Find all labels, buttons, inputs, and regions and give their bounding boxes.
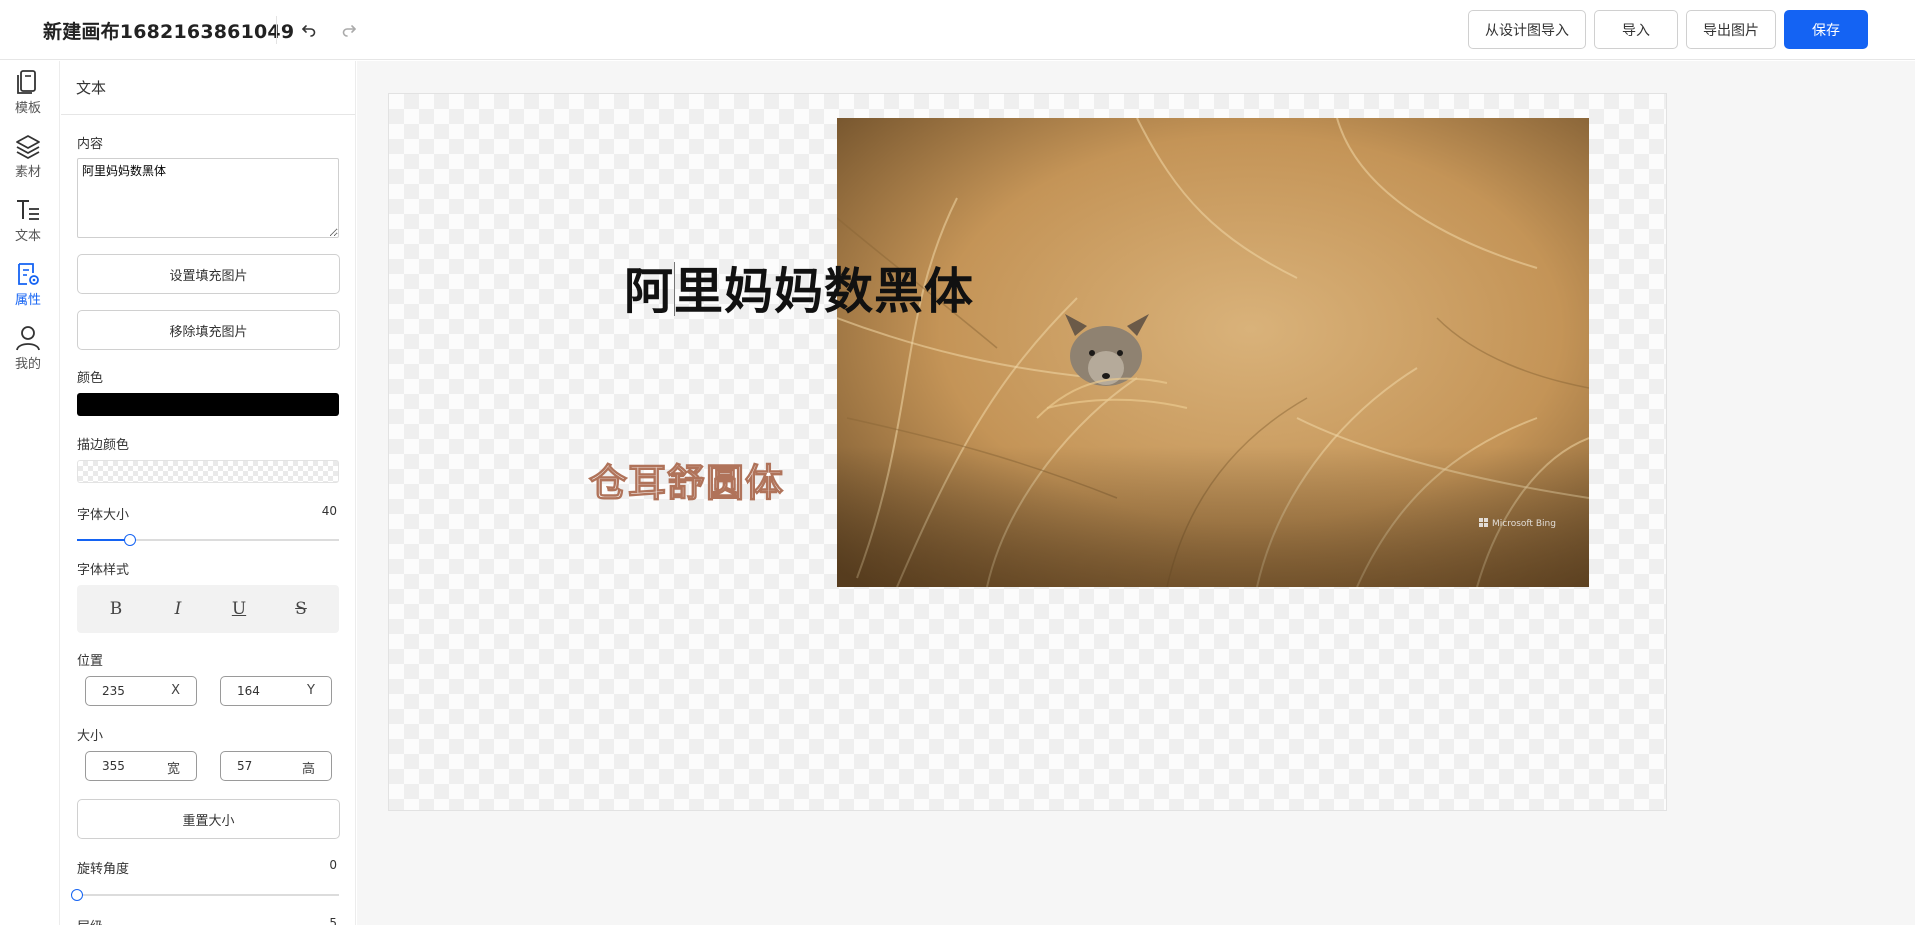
content-textarea[interactable]: 阿里妈妈数黑体	[77, 158, 339, 238]
properties-panel: 文本 内容 阿里妈妈数黑体 设置填充图片 移除填充图片 颜色 描边颜色 字体大小…	[61, 61, 356, 925]
slider-handle[interactable]	[124, 534, 136, 546]
save-button[interactable]: 保存	[1784, 10, 1868, 49]
position-y-field[interactable]: Y	[220, 676, 332, 706]
watermark-text: Microsoft Bing	[1492, 519, 1556, 529]
stroke-color-picker[interactable]	[77, 460, 339, 483]
undo-button[interactable]	[295, 16, 323, 44]
template-icon	[17, 70, 36, 94]
header-divider	[276, 16, 277, 44]
height-field[interactable]: 高	[220, 751, 332, 781]
set-fill-image-button[interactable]: 设置填充图片	[77, 254, 340, 294]
remove-fill-image-button[interactable]: 移除填充图片	[77, 310, 340, 350]
width-suffix: 宽	[166, 762, 180, 777]
fill-color-picker[interactable]	[77, 393, 339, 416]
nav-item-template[interactable]: 模板	[0, 69, 56, 125]
size-label: 大小	[77, 729, 104, 744]
font-size-slider[interactable]	[77, 533, 339, 547]
text-caret	[674, 262, 675, 316]
x-suffix: X	[171, 683, 180, 698]
import-from-design-button[interactable]: 从设计图导入	[1468, 10, 1586, 49]
export-image-button[interactable]: 导出图片	[1686, 10, 1776, 49]
top-bar: 新建画布1682163861049 从设计图导入 导入 导出图片 保存	[0, 0, 1915, 60]
panel-divider	[61, 114, 355, 115]
canvas-text-outline[interactable]: 仓耳舒圆体	[588, 452, 784, 507]
font-style-label: 字体样式	[77, 563, 130, 578]
properties-icon	[18, 263, 39, 285]
underline-button[interactable]: U	[208, 585, 270, 633]
rotation-value: 0	[329, 858, 337, 872]
layers-icon	[16, 135, 40, 159]
layer-value: 5	[329, 916, 337, 925]
bold-button[interactable]: B	[85, 585, 147, 633]
rotation-slider[interactable]	[71, 888, 339, 902]
font-size-label: 字体大小	[77, 508, 130, 523]
canvas-text-main[interactable]: 阿里妈妈数黑体	[624, 252, 974, 323]
position-y-input[interactable]	[222, 678, 294, 704]
strikethrough-button[interactable]: S	[270, 585, 332, 633]
nav-label: 文本	[14, 229, 41, 244]
italic-button[interactable]: I	[147, 585, 209, 633]
nav-label: 素材	[14, 165, 41, 180]
height-suffix: 高	[301, 762, 315, 777]
color-label: 颜色	[77, 371, 104, 386]
text-icon	[17, 200, 39, 220]
font-style-group: B I U S	[77, 585, 339, 633]
position-label: 位置	[77, 654, 104, 669]
height-input[interactable]	[222, 753, 294, 779]
redo-icon	[342, 25, 356, 37]
panel-title: 文本	[76, 79, 107, 97]
position-x-field[interactable]: X	[85, 676, 197, 706]
nav-label: 属性	[14, 293, 41, 308]
content-label: 内容	[77, 137, 104, 152]
canvas-image[interactable]: Microsoft Bing	[837, 118, 1589, 587]
fox-in-grass-photo: Microsoft Bing	[837, 118, 1589, 587]
undo-icon	[302, 25, 316, 37]
nav-item-properties[interactable]: 属性	[0, 261, 56, 317]
rotation-label: 旋转角度	[77, 862, 130, 877]
side-nav: 模板 素材 文本 属性 我的	[0, 61, 60, 925]
layer-label: 层级	[77, 916, 103, 925]
redo-button[interactable]	[335, 16, 363, 44]
user-icon	[16, 326, 40, 351]
nav-label: 我的	[14, 357, 41, 372]
width-field[interactable]: 宽	[85, 751, 197, 781]
slider-fill	[77, 539, 130, 541]
slider-handle[interactable]	[71, 889, 83, 901]
position-x-input[interactable]	[87, 678, 159, 704]
nav-item-text[interactable]: 文本	[0, 197, 56, 253]
nav-item-mine[interactable]: 我的	[0, 325, 56, 381]
stroke-color-label: 描边颜色	[77, 438, 130, 453]
reset-size-button[interactable]: 重置大小	[77, 799, 340, 839]
y-suffix: Y	[307, 683, 315, 698]
font-size-value: 40	[321, 504, 337, 518]
width-input[interactable]	[87, 753, 159, 779]
nav-item-materials[interactable]: 素材	[0, 133, 56, 189]
slider-track	[77, 894, 339, 896]
nav-label: 模板	[14, 101, 41, 116]
import-button[interactable]: 导入	[1594, 10, 1678, 49]
document-title: 新建画布1682163861049	[43, 21, 295, 43]
